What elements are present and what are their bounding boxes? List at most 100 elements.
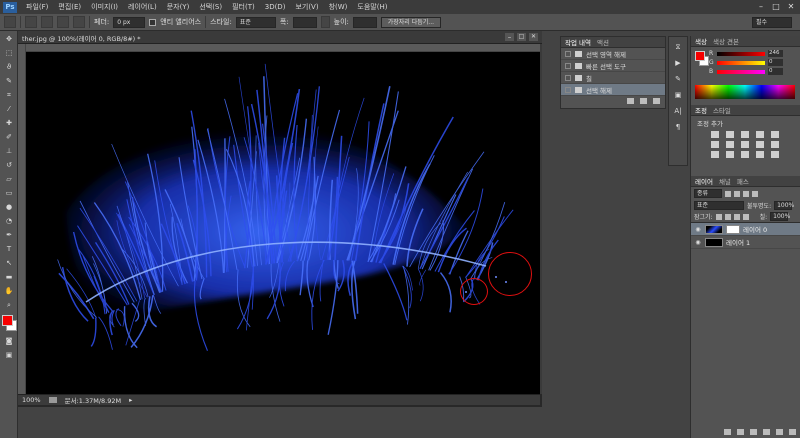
shape-tool-icon[interactable]: ▬ [2,272,16,283]
filter-shape-icon[interactable] [752,190,758,197]
posterize-icon[interactable] [726,151,734,158]
color-swatches[interactable] [0,315,17,333]
path-select-icon[interactable]: ↖ [2,258,16,269]
brush-tool-icon[interactable]: ✐ [2,132,16,143]
add-mask-icon[interactable] [750,429,757,435]
layer-name[interactable]: 레이어 0 [743,224,767,234]
clone-source-icon[interactable]: ▣ [671,89,685,101]
tab-channels[interactable]: 채널 [719,176,731,186]
layer-kind-select[interactable]: 종류 [694,189,722,198]
selective-color-icon[interactable] [771,151,779,158]
vibrance-icon[interactable] [771,131,779,138]
menu-edit[interactable]: 편집(E) [53,2,86,12]
minimize-icon[interactable]: – [756,2,766,11]
add-selection-icon[interactable] [41,16,53,28]
quick-select-tool-icon[interactable]: ✎ [2,76,16,87]
menu-layer[interactable]: 레이어(L) [123,2,162,12]
close-icon[interactable]: ✕ [786,2,796,11]
menu-file[interactable]: 파일(F) [21,2,53,12]
lasso-tool-icon[interactable]: ϑ [2,62,16,73]
tab-actions[interactable]: 액션 [597,37,609,47]
type-tool-icon[interactable]: T [2,244,16,255]
marquee-tool-icon[interactable]: ⬚ [2,48,16,59]
gradient-tool-icon[interactable]: ▭ [2,188,16,199]
pen-tool-icon[interactable]: ✒ [2,230,16,241]
refine-edge-button[interactable]: 가장자리 다듬기... [380,16,441,28]
tab-styles[interactable]: 스타일 [713,105,731,115]
lock-paint-icon[interactable] [724,213,731,220]
trash-icon[interactable] [653,97,660,104]
history-item[interactable]: 선택 영역 해제 [561,48,665,60]
crop-tool-icon[interactable]: ⌗ [2,90,16,101]
fill-input[interactable]: 100% [770,212,790,221]
status-arrow-icon[interactable]: ▸ [129,396,132,404]
workspace-select[interactable]: 필수 [752,17,792,28]
history-panel-icon[interactable]: ⧖ [671,41,685,53]
camera-icon[interactable] [640,97,647,104]
red-slider[interactable] [717,51,765,56]
zoom-level[interactable]: 100% [22,396,41,404]
threshold-icon[interactable] [741,151,749,158]
hue-saturation-icon[interactable] [711,141,719,148]
menu-view[interactable]: 보기(V) [290,2,323,12]
link-layers-icon[interactable] [724,429,731,435]
tool-preset-button[interactable] [4,16,16,28]
layer-row[interactable]: ◉ 레이어 0 [691,223,800,236]
snapshot-icon[interactable] [627,97,634,104]
gradient-map-icon[interactable] [756,151,764,158]
lock-pixels-icon[interactable] [715,213,722,220]
character-panel-icon[interactable]: A| [671,105,685,117]
stamp-tool-icon[interactable]: ⊥ [2,146,16,157]
layer-name[interactable]: 레이어 1 [726,237,750,247]
new-selection-icon[interactable] [25,16,37,28]
layer-mask-thumbnail[interactable] [726,224,740,234]
intersect-selection-icon[interactable] [73,16,85,28]
dodge-tool-icon[interactable]: ◔ [2,216,16,227]
actions-play-icon[interactable]: ▶ [671,57,685,69]
zoom-tool-icon[interactable]: ⌕ [2,300,16,311]
new-layer-icon[interactable] [776,429,783,435]
menu-filter[interactable]: 필터(T) [227,2,260,12]
tab-swatches[interactable]: 색상 견본 [713,36,739,46]
antialias-checkbox[interactable] [149,18,157,26]
paragraph-panel-icon[interactable]: ¶ [671,121,685,133]
menu-image[interactable]: 이미지(I) [86,2,123,12]
visibility-eye-icon[interactable]: ◉ [694,239,702,246]
green-slider[interactable] [717,60,765,65]
style-select[interactable]: 표준 [235,16,276,28]
canvas-scrollbar[interactable] [540,44,542,394]
visibility-eye-icon[interactable]: ◉ [694,226,702,233]
filter-adjust-icon[interactable] [734,190,740,197]
photo-filter-icon[interactable] [756,141,764,148]
exposure-icon[interactable] [756,131,764,138]
lock-move-icon[interactable] [733,213,740,220]
history-item[interactable]: 칠 [561,72,665,84]
maximize-icon[interactable]: □ [771,2,781,11]
height-input[interactable] [352,16,377,28]
lock-all-icon[interactable] [742,213,749,220]
filter-pixel-icon[interactable] [725,190,731,197]
tab-color[interactable]: 색상 [695,36,707,46]
curves-icon[interactable] [741,131,749,138]
history-item-selected[interactable]: 선택 해제 [561,84,665,96]
menu-help[interactable]: 도움말(H) [352,2,392,12]
feather-input[interactable]: 0 px [113,16,146,28]
move-tool-icon[interactable]: ✥ [2,34,16,45]
invert-icon[interactable] [711,151,719,158]
doc-maximize-icon[interactable]: □ [517,33,526,41]
eraser-tool-icon[interactable]: ▱ [2,174,16,185]
tab-history[interactable]: 작업 내역 [565,37,591,47]
color-spectrum[interactable] [695,85,795,99]
swap-icon[interactable] [320,16,330,28]
delete-layer-icon[interactable] [789,429,796,435]
menu-select[interactable]: 선택(S) [194,2,227,12]
channel-mixer-icon[interactable] [771,141,779,148]
tab-adjustments[interactable]: 조정 [695,105,707,115]
menu-window[interactable]: 창(W) [324,2,353,12]
blue-value[interactable]: 0 [768,68,783,75]
document-tab[interactable]: ther.jpg @ 100%(레이어 0, RGB/8#) * – □ ✕ [18,31,542,44]
width-input[interactable] [292,16,317,28]
screen-mode-icon[interactable]: ▣ [2,350,16,361]
blue-slider[interactable] [717,69,765,74]
doc-close-icon[interactable]: ✕ [529,33,538,41]
